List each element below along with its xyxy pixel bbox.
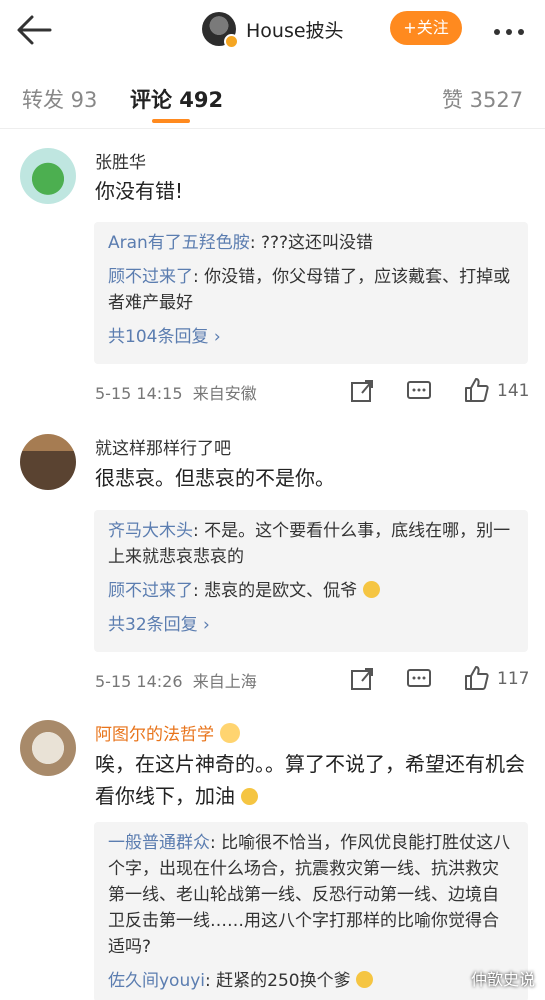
comment-icon[interactable] [405, 377, 433, 405]
thinking-emoji-icon [356, 971, 374, 988]
active-tab-indicator [152, 119, 190, 123]
more-replies-link[interactable]: 共32条回复 › [108, 612, 514, 638]
follow-button[interactable]: +关注 [390, 11, 462, 45]
avatar[interactable] [20, 434, 76, 490]
reply-username[interactable]: 顾不过来了 [108, 581, 193, 601]
tab-likes[interactable]: 赞 3527 [442, 84, 523, 114]
member-badge-icon [220, 723, 240, 743]
more-replies-link[interactable]: 共104条回复 › [108, 324, 514, 350]
reply-line: Aran有了五羟色胺: ???这还叫没错 [108, 233, 374, 253]
reply-line: 一般普通群众: 比喻很不恰当，作风优良能打胜仗这八个字，出现在什么场合，抗震救灾… [108, 833, 511, 957]
like-icon[interactable] [462, 664, 490, 692]
reply-username[interactable]: 顾不过来了 [108, 267, 193, 287]
tab-reposts[interactable]: 转发 93 [22, 84, 97, 114]
reply-username[interactable]: 齐马大木头 [108, 521, 193, 541]
reply-username[interactable]: 佐久间youyi [108, 971, 205, 991]
header-avatar[interactable] [202, 12, 239, 49]
avatar[interactable] [20, 720, 76, 776]
top-bar: House披头 +关注 [0, 0, 545, 60]
back-arrow-icon[interactable] [14, 12, 54, 48]
comment-meta: 5-15 14:26 来自上海 [95, 672, 257, 691]
share-icon[interactable] [348, 665, 376, 693]
reply-preview[interactable]: 一般普通群众: 比喻很不恰当，作风优良能打胜仗这八个字，出现在什么场合，抗震救灾… [94, 822, 528, 1000]
share-icon[interactable] [348, 377, 376, 405]
reply-line: 顾不过来了: 悲哀的是欧文、侃爷 [108, 578, 514, 604]
comment-text: 唉，在这片神奇的。。算了不说了，希望还有机会看你线下，加油 [95, 752, 525, 808]
more-options-icon[interactable] [494, 20, 536, 38]
comment-username[interactable]: 就这样那样行了吧 [95, 434, 231, 459]
like-count: 117 [497, 669, 530, 689]
reply-preview[interactable]: Aran有了五羟色胺: ???这还叫没错 顾不过来了: 你没错，你父母错了，应该… [94, 222, 528, 364]
reply-line: 齐马大木头: 不是。这个要看什么事，底线在哪，别一上来就悲哀悲哀的 [108, 521, 511, 567]
watermark: 仲歆史说 [470, 970, 535, 989]
like-count: 141 [497, 381, 530, 401]
reply-line: 佐久间youyi: 赶紧的250换个爹 [108, 968, 514, 994]
comment-username[interactable]: 张胜华 [95, 148, 146, 173]
crying-emoji-icon [362, 581, 380, 598]
verified-badge-icon [224, 34, 239, 49]
comment-text: 你没有错! [95, 179, 184, 203]
comment-text: 很悲哀。但悲哀的不是你。 [95, 466, 335, 490]
header-username[interactable]: House披头 [246, 16, 344, 43]
comment-icon[interactable] [405, 665, 433, 693]
tabs-divider [0, 128, 545, 129]
like-icon[interactable] [462, 376, 490, 404]
reply-username[interactable]: Aran有了五羟色胺 [108, 233, 250, 253]
flexed-arm-emoji-icon [241, 788, 259, 805]
reply-preview[interactable]: 齐马大木头: 不是。这个要看什么事，底线在哪，别一上来就悲哀悲哀的 顾不过来了:… [94, 510, 528, 652]
reply-username[interactable]: 一般普通群众 [108, 833, 210, 853]
comment-username[interactable]: 阿图尔的法哲学 [95, 720, 240, 745]
comment-meta: 5-15 14:15 来自安徽 [95, 384, 257, 403]
avatar[interactable] [20, 148, 76, 204]
tab-comments[interactable]: 评论 492 [130, 84, 223, 114]
reply-line: 顾不过来了: 你没错，你父母错了，应该戴套、打掉或者难产最好 [108, 267, 511, 313]
